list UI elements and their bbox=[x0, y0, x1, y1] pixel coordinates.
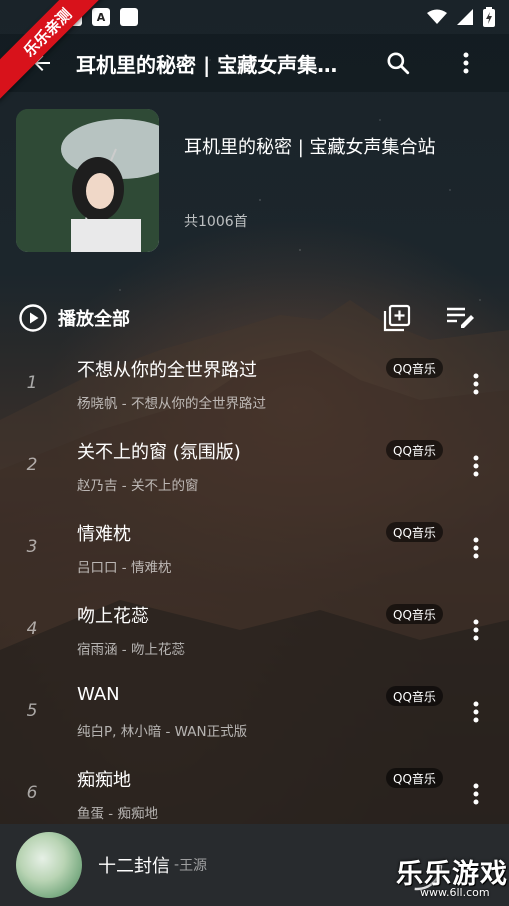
play-circle-icon[interactable] bbox=[18, 303, 48, 333]
more-vertical-icon bbox=[473, 619, 479, 641]
song-title: 情难枕 bbox=[77, 524, 131, 545]
more-vertical-icon bbox=[473, 455, 479, 477]
song-index: 5 bbox=[26, 701, 38, 721]
search-button[interactable] bbox=[378, 43, 418, 83]
song-source-badge: QQ音乐 bbox=[386, 768, 443, 788]
song-row[interactable]: 6 痴痴地 鱼蛋 - 痴痴地 QQ音乐 bbox=[0, 752, 509, 834]
more-vertical-icon bbox=[473, 537, 479, 559]
song-index: 6 bbox=[26, 783, 38, 803]
actions-row: 播放全部 bbox=[0, 296, 509, 340]
song-title: 关不上的窗 (氛围版) bbox=[77, 442, 241, 463]
song-index: 1 bbox=[26, 373, 38, 393]
song-artist-album: 宿雨涵 - 吻上花蕊 bbox=[77, 642, 185, 658]
library-add-icon bbox=[383, 304, 411, 332]
toolbar-title: 耳机里的秘密 | 宝藏女声集… bbox=[76, 52, 338, 77]
song-title: WAN bbox=[77, 684, 120, 705]
battery-icon bbox=[483, 7, 495, 27]
song-source-badge: QQ音乐 bbox=[386, 686, 443, 706]
cover-image-icon bbox=[16, 109, 159, 252]
signal-icon bbox=[457, 9, 473, 25]
song-source-badge: QQ音乐 bbox=[386, 604, 443, 624]
song-list: 1 不想从你的全世界路过 杨晓帆 - 不想从你的全世界路过 QQ音乐 2 关不上… bbox=[0, 342, 509, 834]
song-index: 4 bbox=[26, 619, 38, 639]
song-title: 吻上花蕊 bbox=[77, 606, 149, 627]
square-icon bbox=[120, 8, 138, 26]
song-more-button[interactable] bbox=[462, 366, 490, 402]
playlist-edit-icon bbox=[447, 307, 474, 328]
song-index: 2 bbox=[26, 455, 38, 475]
song-more-button[interactable] bbox=[462, 694, 490, 730]
song-row[interactable]: 2 关不上的窗 (氛围版) 赵乃吉 - 关不上的窗 QQ音乐 bbox=[0, 424, 509, 506]
player-artist: 王源 bbox=[179, 858, 208, 874]
edit-playlist-button[interactable] bbox=[441, 298, 481, 338]
song-title: 不想从你的全世界路过 bbox=[77, 360, 257, 381]
playlist-cover bbox=[16, 109, 159, 252]
song-artist-album: 杨晓帆 - 不想从你的全世界路过 bbox=[77, 396, 266, 412]
watermark-url: www.6ll.com bbox=[420, 886, 490, 899]
song-row[interactable]: 5 WAN 纯白P, 林小暗 - WAN正式版 QQ音乐 bbox=[0, 670, 509, 752]
toolbar: 耳机里的秘密 | 宝藏女声集… bbox=[0, 34, 509, 92]
search-icon bbox=[387, 52, 410, 75]
track-count: 共1006首 bbox=[184, 214, 248, 230]
song-more-button[interactable] bbox=[462, 612, 490, 648]
song-row[interactable]: 1 不想从你的全世界路过 杨晓帆 - 不想从你的全世界路过 QQ音乐 bbox=[0, 342, 509, 424]
song-source-badge: QQ音乐 bbox=[386, 440, 443, 460]
more-vertical-icon bbox=[463, 52, 469, 74]
wifi-icon bbox=[427, 9, 447, 24]
more-vertical-icon bbox=[473, 783, 479, 805]
song-artist-album: 吕口口 - 情难枕 bbox=[77, 560, 172, 576]
song-index: 3 bbox=[26, 537, 38, 557]
playlist-title: 耳机里的秘密 | 宝藏女声集合站 bbox=[184, 137, 436, 158]
song-more-button[interactable] bbox=[462, 530, 490, 566]
song-source-badge: QQ音乐 bbox=[386, 522, 443, 542]
add-to-playlist-button[interactable] bbox=[377, 298, 417, 338]
more-vertical-icon bbox=[473, 373, 479, 395]
a-icon: A bbox=[92, 8, 110, 26]
song-more-button[interactable] bbox=[462, 448, 490, 484]
song-row[interactable]: 3 情难枕 吕口口 - 情难枕 QQ音乐 bbox=[0, 506, 509, 588]
song-artist-album: 赵乃吉 - 关不上的窗 bbox=[77, 478, 199, 494]
player-song-title: 十二封信 bbox=[98, 856, 170, 877]
song-title: 痴痴地 bbox=[77, 770, 131, 791]
song-artist-album: 纯白P, 林小暗 - WAN正式版 bbox=[77, 724, 248, 740]
player-cover-image[interactable] bbox=[16, 832, 82, 898]
play-all-button[interactable]: 播放全部 bbox=[58, 305, 130, 331]
song-row[interactable]: 4 吻上花蕊 宿雨涵 - 吻上花蕊 QQ音乐 bbox=[0, 588, 509, 670]
more-vertical-icon bbox=[473, 701, 479, 723]
song-artist-album: 鱼蛋 - 痴痴地 bbox=[77, 806, 158, 822]
song-source-badge: QQ音乐 bbox=[386, 358, 443, 378]
song-more-button[interactable] bbox=[462, 776, 490, 812]
more-options-button[interactable] bbox=[446, 43, 486, 83]
